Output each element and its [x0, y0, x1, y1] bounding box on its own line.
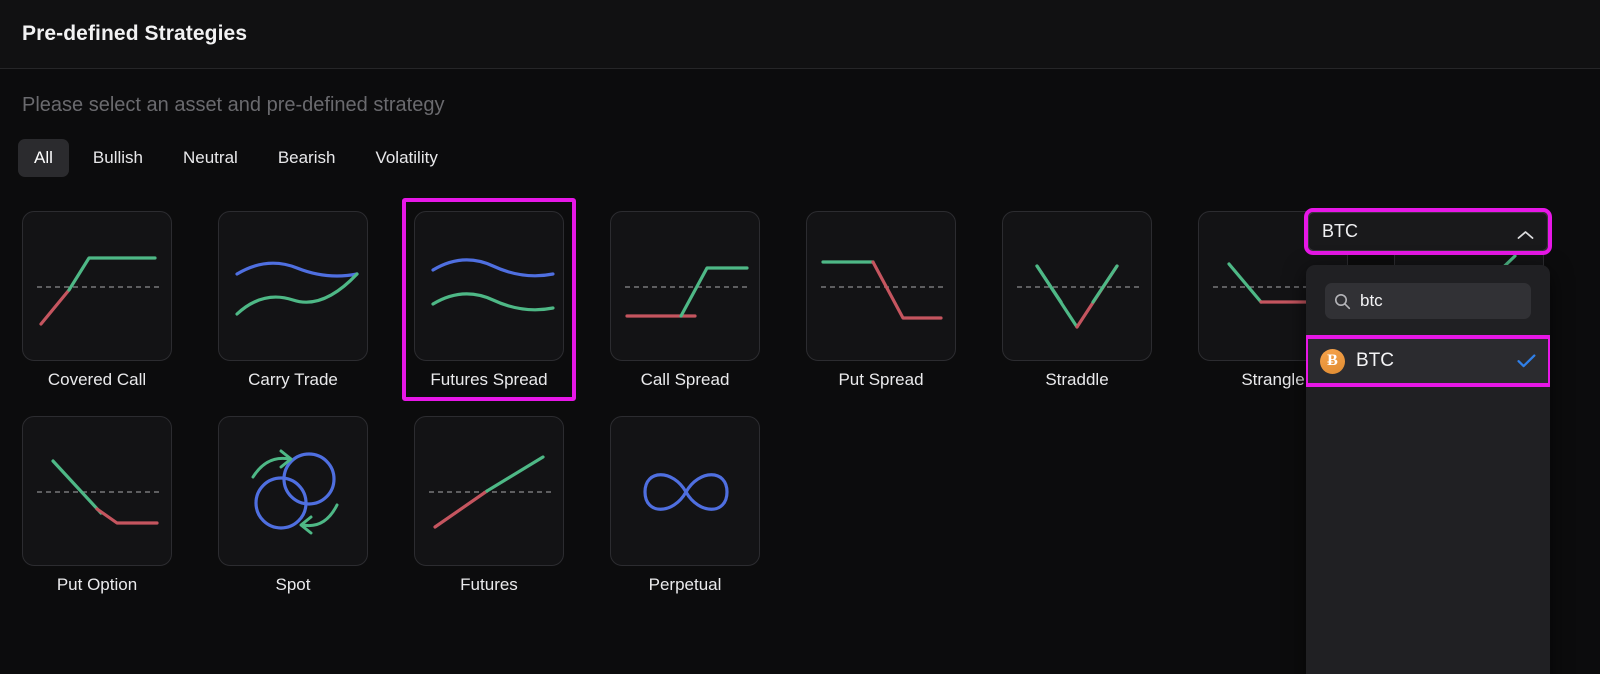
strategy-card-label: Straddle	[1045, 370, 1109, 389]
predefined-strategies-page: Pre-defined Strategies Please select an …	[0, 0, 1600, 674]
strategy-card-futures[interactable]: Futures	[414, 416, 564, 595]
strategy-card-label: Put Option	[56, 575, 138, 594]
strategy-payoff-thumbnail[interactable]	[1002, 211, 1152, 361]
put-spread-payoff-icon	[821, 260, 943, 320]
strategy-payoff-thumbnail[interactable]	[218, 211, 368, 361]
futures-spread-payoff-icon	[431, 258, 555, 312]
asset-search-row	[1325, 283, 1550, 319]
tab-bearish[interactable]: Bearish	[262, 139, 352, 177]
strategy-card-put-option[interactable]: Put Option	[22, 416, 172, 595]
asset-option-label: BTC	[1356, 350, 1394, 371]
strategy-card-label: Perpetual	[648, 575, 722, 594]
put-option-payoff-icon	[37, 459, 159, 525]
spot-swap-icon	[251, 449, 339, 535]
strategy-payoff-thumbnail[interactable]	[414, 416, 564, 566]
bitcoin-icon: Ƀ	[1320, 348, 1345, 374]
strategy-payoff-thumbnail[interactable]	[218, 416, 368, 566]
page-body: Please select an asset and pre-defined s…	[0, 69, 1600, 674]
tab-bullish[interactable]: Bullish	[77, 139, 159, 177]
infinity-icon	[643, 473, 729, 511]
strategy-card-put-spread[interactable]: Put Spread	[806, 211, 956, 390]
strategy-category-tabs: All Bullish Neutral Bearish Volatility	[18, 139, 454, 177]
strategy-card-futures-spread[interactable]: Futures Spread	[402, 198, 576, 401]
strategy-card-straddle[interactable]: Straddle	[1002, 211, 1152, 390]
asset-search-box[interactable]	[1325, 283, 1550, 319]
strategy-card-label: Futures Spread	[430, 370, 548, 389]
straddle-payoff-icon	[1017, 264, 1139, 329]
asset-option-btc[interactable]: Ƀ BTC	[1308, 339, 1548, 383]
strategy-payoff-thumbnail[interactable]	[806, 211, 956, 361]
asset-selector-highlight: BTC	[1304, 208, 1552, 255]
tab-volatility[interactable]: Volatility	[359, 139, 453, 177]
strategy-payoff-thumbnail[interactable]	[22, 416, 172, 566]
strategy-payoff-thumbnail[interactable]	[22, 211, 172, 361]
tab-neutral[interactable]: Neutral	[167, 139, 254, 177]
strategy-payoff-thumbnail[interactable]	[414, 211, 564, 361]
tab-all[interactable]: All	[18, 139, 69, 177]
strategy-card-label: Futures	[460, 575, 518, 594]
strategy-payoff-thumbnail[interactable]	[610, 416, 760, 566]
check-icon	[1517, 354, 1536, 368]
covered-call-payoff-icon	[37, 256, 159, 326]
asset-search-input[interactable]	[1360, 291, 1550, 311]
strategy-card-spot[interactable]: Spot	[218, 416, 368, 595]
strategy-card-perpetual[interactable]: Perpetual	[610, 416, 760, 595]
chevron-up-icon	[1517, 227, 1534, 239]
page-subtitle: Please select an asset and pre-defined s…	[22, 94, 445, 116]
strategy-card-covered-call[interactable]: Covered Call	[22, 211, 172, 390]
asset-dropdown-panel: Ƀ BTC	[1306, 265, 1550, 674]
carry-trade-payoff-icon	[235, 261, 359, 316]
asset-select-button[interactable]: BTC	[1308, 212, 1548, 251]
call-spread-payoff-icon	[625, 266, 749, 318]
search-icon	[1334, 293, 1351, 310]
strategy-card-label: Put Spread	[838, 370, 924, 389]
strategy-card-label: Carry Trade	[248, 370, 338, 389]
page-title: Pre-defined Strategies	[22, 22, 248, 45]
strategy-card-label: Spot	[275, 575, 311, 594]
strategy-card-call-spread[interactable]: Call Spread	[610, 211, 760, 390]
asset-option-highlight: Ƀ BTC	[1306, 335, 1550, 387]
strategy-card-carry-trade[interactable]: Carry Trade	[218, 211, 368, 390]
page-header: Pre-defined Strategies	[0, 0, 1600, 69]
strategy-card-label: Covered Call	[47, 370, 147, 389]
strategy-card-label: Call Spread	[640, 370, 730, 389]
asset-select-value: BTC	[1322, 221, 1358, 241]
strategy-payoff-thumbnail[interactable]	[610, 211, 760, 361]
futures-payoff-icon	[429, 455, 551, 529]
